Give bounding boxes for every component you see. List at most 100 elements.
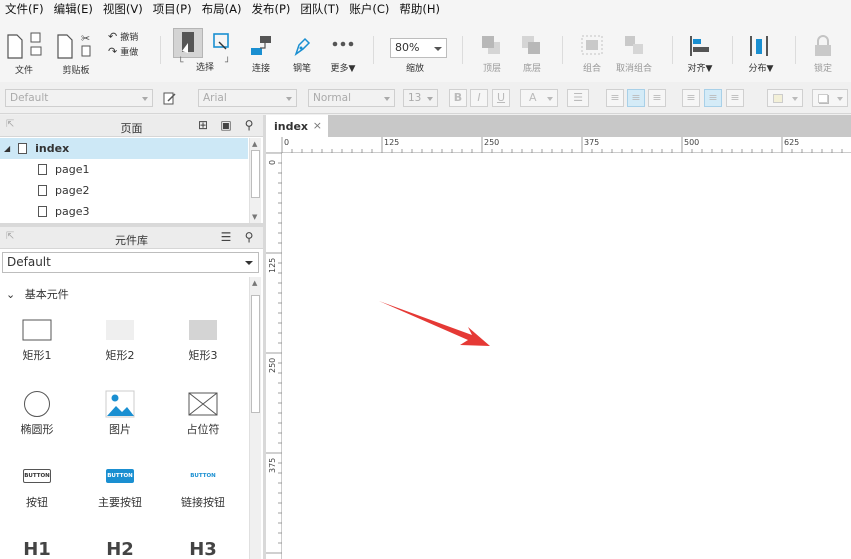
design-canvas[interactable] <box>282 153 851 559</box>
shadow-icon <box>818 94 828 103</box>
collapse-arrow-icon[interactable]: ◢ <box>4 144 10 153</box>
group-button[interactable]: 组合 <box>578 34 606 74</box>
menu-edit[interactable]: 编辑(E) <box>49 1 98 17</box>
font-weight-select[interactable]: Normal <box>308 89 395 107</box>
tab-index[interactable]: index × <box>266 115 328 137</box>
align-button[interactable]: 对齐▼ <box>686 34 714 74</box>
widget-link-button[interactable]: BUTTON 链接按钮 <box>168 469 238 510</box>
more-tools-button[interactable]: 更多▼ <box>330 34 356 74</box>
menu-file[interactable]: 文件(F) <box>0 1 49 17</box>
style-editor-icon <box>163 92 176 105</box>
pages-scrollbar[interactable]: ▲ ▼ <box>249 138 261 223</box>
menu-view[interactable]: 视图(V) <box>98 1 148 17</box>
ungroup-button[interactable]: 取消组合 <box>616 34 652 74</box>
scroll-down-icon[interactable]: ▼ <box>252 213 257 221</box>
undo-button[interactable]: ↶ 撤销 <box>108 30 138 43</box>
menu-publish[interactable]: 发布(P) <box>246 1 295 17</box>
menu-help[interactable]: 帮助(H) <box>394 1 445 17</box>
valign-top-button[interactable]: ≡ <box>682 89 700 107</box>
search-icon[interactable]: ⚲ <box>242 118 256 132</box>
widget-group-header[interactable]: ⌄ 基本元件 <box>6 286 69 302</box>
pen-tool-button[interactable]: 钢笔 <box>290 34 314 74</box>
search-icon[interactable]: ⚲ <box>242 230 256 244</box>
fill-swatch-icon <box>773 94 783 103</box>
style-editor-button[interactable] <box>163 91 177 105</box>
menu-icon[interactable]: ☰ <box>219 230 233 244</box>
file-icon <box>7 32 42 59</box>
ruler-label: 250 <box>484 138 500 147</box>
distribute-icon <box>750 36 768 56</box>
align-left-text-button[interactable]: ≡ <box>606 89 624 107</box>
style-select[interactable]: Default <box>5 89 153 107</box>
bring-to-front-button[interactable]: 顶层 <box>478 34 506 74</box>
widget-heading2[interactable]: H2 <box>85 539 155 559</box>
valign-bottom-button[interactable]: ≡ <box>726 89 744 107</box>
widget-heading1[interactable]: H1 <box>2 539 72 559</box>
chevron-down-icon <box>792 97 798 101</box>
chevron-down-icon <box>142 97 148 101</box>
menu-bar: 文件(F) 编辑(E) 视图(V) 项目(P) 布局(A) 发布(P) 团队(T… <box>0 0 851 18</box>
annotation-arrow <box>379 301 490 346</box>
page-item-page2[interactable]: page2 <box>38 180 89 201</box>
toolbar-separator <box>795 36 796 64</box>
widget-ellipse[interactable]: 椭圆形 <box>2 389 72 437</box>
text-color-button[interactable]: A <box>520 89 558 107</box>
clipboard-button[interactable]: ✂ 剪贴板 <box>54 32 98 76</box>
widget-button[interactable]: BUTTON 按钮 <box>2 469 72 510</box>
chevron-down-icon <box>384 97 390 101</box>
button-icon: BUTTON <box>23 469 51 483</box>
scrollbar-thumb[interactable] <box>251 150 260 198</box>
scrollbar-thumb[interactable] <box>251 295 260 413</box>
page-item-index[interactable]: ◢ index <box>0 138 248 159</box>
page-item-page3[interactable]: page3 <box>38 201 89 222</box>
page-item-page1[interactable]: page1 <box>38 159 89 180</box>
align-center-text-button[interactable]: ≡ <box>627 89 645 107</box>
add-folder-icon[interactable]: ▣ <box>219 118 233 132</box>
widget-image[interactable]: 图片 <box>85 389 155 437</box>
vertical-ruler: 0 125 250 375 <box>266 153 282 559</box>
scroll-up-icon[interactable]: ▲ <box>252 140 257 148</box>
file-button[interactable]: 文件 <box>4 32 44 76</box>
menu-account[interactable]: 账户(C) <box>344 1 394 17</box>
underline-button[interactable]: U <box>492 89 510 107</box>
distribute-button[interactable]: 分布▼ <box>746 34 776 74</box>
add-page-icon[interactable]: ⊞ <box>196 118 210 132</box>
font-family-select[interactable]: Arial <box>198 89 297 107</box>
close-icon[interactable]: × <box>313 119 322 132</box>
align-right-text-button[interactable]: ≡ <box>648 89 666 107</box>
send-to-back-button[interactable]: 底层 <box>518 34 546 74</box>
shadow-button[interactable] <box>812 89 848 107</box>
widget-rectangle1[interactable]: 矩形1 <box>2 319 72 363</box>
pointer-select-button[interactable] <box>173 28 203 58</box>
ruler-label: 125 <box>268 257 277 273</box>
contain-select-button[interactable] <box>209 30 235 56</box>
page-icon <box>38 164 47 175</box>
text-align-left-icon: ≡ <box>610 91 620 104</box>
bullet-list-button[interactable]: ☰ <box>567 89 589 107</box>
widget-heading3[interactable]: H3 <box>168 539 238 559</box>
widget-rectangle3[interactable]: 矩形3 <box>168 319 238 363</box>
scroll-up-icon[interactable]: ▲ <box>252 279 257 287</box>
valign-middle-button[interactable]: ≡ <box>704 89 722 107</box>
ruler-label: 125 <box>384 138 400 147</box>
connect-button[interactable]: 连接 <box>248 34 274 74</box>
chevron-down-icon <box>286 97 292 101</box>
zoom-select[interactable]: 80% <box>390 38 447 58</box>
library-select[interactable]: Default <box>2 252 259 273</box>
rectangle-gray-icon <box>189 320 217 340</box>
widget-rectangle2[interactable]: 矩形2 <box>85 319 155 363</box>
redo-button[interactable]: ↷ 重做 <box>108 45 138 58</box>
library-scrollbar[interactable]: ▲ <box>249 277 261 559</box>
bold-button[interactable]: B <box>449 89 467 107</box>
menu-project[interactable]: 项目(P) <box>148 1 197 17</box>
italic-button[interactable]: I <box>470 89 488 107</box>
valign-middle-icon: ≡ <box>708 91 718 104</box>
lock-button[interactable]: 锁定 <box>810 34 836 74</box>
fill-color-button[interactable] <box>767 89 803 107</box>
widget-placeholder[interactable]: 占位符 <box>168 389 238 437</box>
font-size-select[interactable]: 13 <box>403 89 438 107</box>
menu-layout[interactable]: 布局(A) <box>197 1 247 17</box>
widget-primary-button[interactable]: BUTTON 主要按钮 <box>85 469 155 510</box>
toolbar-separator <box>373 36 374 64</box>
menu-team[interactable]: 团队(T) <box>295 1 344 17</box>
